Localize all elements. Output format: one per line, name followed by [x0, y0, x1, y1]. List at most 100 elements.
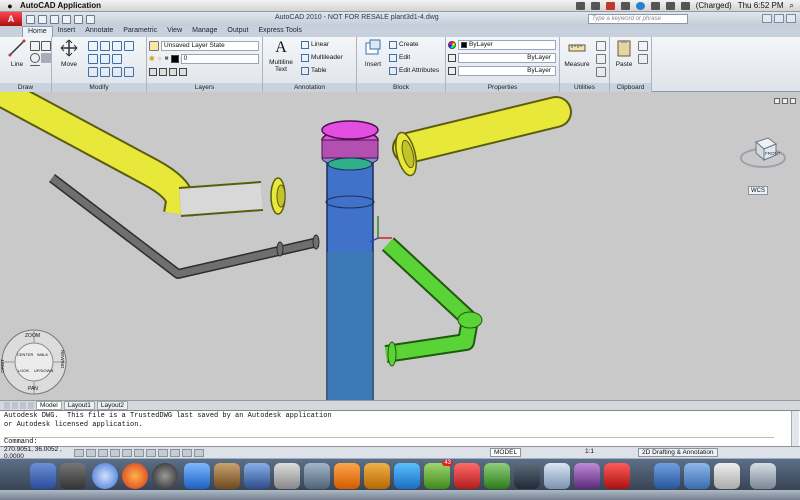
redo-icon[interactable]: [74, 14, 83, 24]
trim-icon[interactable]: [100, 41, 110, 51]
wheel-rewind[interactable]: REWIND: [60, 350, 65, 368]
edit-block-button[interactable]: Edit: [389, 53, 410, 63]
tab-last-arrow-icon[interactable]: [28, 402, 34, 409]
tab-annotate[interactable]: Annotate: [80, 26, 118, 37]
wheel-center[interactable]: CENTER: [17, 352, 33, 357]
circle-icon[interactable]: [30, 53, 40, 63]
explode-icon[interactable]: [112, 54, 122, 64]
garageband-icon[interactable]: [214, 463, 240, 489]
trash-icon[interactable]: [750, 463, 776, 489]
photobooth-icon[interactable]: [454, 463, 480, 489]
search-input[interactable]: Type a keyword or phrase: [588, 14, 688, 24]
lineweight-icon[interactable]: [448, 67, 456, 75]
terminal-icon[interactable]: [514, 463, 540, 489]
hatch-icon[interactable]: [41, 53, 51, 63]
polyline-icon[interactable]: [30, 41, 40, 51]
viewport-restore-button[interactable]: [782, 98, 788, 104]
wheel-pan[interactable]: PAN: [28, 386, 38, 392]
cut-icon[interactable]: [638, 41, 648, 51]
plot-icon[interactable]: [86, 14, 95, 24]
paste-button[interactable]: Paste: [612, 39, 636, 68]
drawing-viewport[interactable]: FRONT WCS ZOOM ORBIT REWIND PAN CENTER W…: [0, 92, 800, 400]
volume-icon[interactable]: [665, 1, 675, 10]
stretch-icon[interactable]: [88, 67, 98, 77]
model-canvas[interactable]: [0, 92, 800, 400]
facetime-icon[interactable]: 43: [424, 460, 453, 489]
finalcut-icon[interactable]: [274, 463, 300, 489]
multileader-button[interactable]: Multileader: [301, 53, 343, 63]
tab-layout2[interactable]: Layout2: [96, 401, 128, 410]
yellow-elbow-pipe[interactable]: [0, 92, 286, 217]
wheel-walk[interactable]: WALK: [37, 352, 48, 357]
offset-icon[interactable]: [124, 67, 134, 77]
itunes-icon[interactable]: [184, 463, 210, 489]
model-space-button[interactable]: MODEL: [490, 448, 522, 457]
iphoto-icon[interactable]: [484, 463, 510, 489]
layer-properties-icon[interactable]: [149, 41, 159, 51]
wcs-dropdown[interactable]: WCS: [748, 186, 768, 195]
copy-clip-icon[interactable]: [638, 54, 648, 64]
yellow-straight-pipe[interactable]: [392, 96, 572, 178]
linetype-dropdown[interactable]: ByLayer: [458, 53, 556, 63]
lightbulb-icon[interactable]: ◉: [149, 54, 155, 64]
array-icon[interactable]: [112, 67, 122, 77]
viewport-minimize-button[interactable]: [774, 98, 780, 104]
wheel-zoom[interactable]: ZOOM: [25, 333, 40, 339]
calculator-icon[interactable]: [596, 67, 606, 77]
select-all-icon[interactable]: [596, 54, 606, 64]
edit-attributes-button[interactable]: Edit Attributes: [389, 66, 439, 76]
wifi-icon[interactable]: [650, 1, 660, 10]
finder-icon[interactable]: [30, 463, 56, 489]
fillet-icon[interactable]: [100, 54, 110, 64]
ortho-toggle[interactable]: [98, 448, 108, 457]
workspace-switch[interactable]: 2D Drafting & Annotation: [638, 448, 718, 457]
copy-icon[interactable]: [124, 41, 134, 51]
wheel-orbit[interactable]: ORBIT: [0, 359, 5, 373]
utilities-panel-title[interactable]: Utilities: [560, 83, 609, 92]
linetype-icon[interactable]: [448, 54, 456, 62]
apple-menu-icon[interactable]: ●: [0, 1, 20, 11]
undo-icon[interactable]: [62, 14, 71, 24]
firefox-icon[interactable]: [122, 463, 148, 489]
layers-panel-title[interactable]: Layers: [147, 83, 262, 92]
safari-icon[interactable]: [92, 463, 118, 489]
system-prefs-icon[interactable]: [304, 463, 330, 489]
application-menu-button[interactable]: A: [0, 12, 22, 26]
sync-icon[interactable]: [635, 1, 645, 10]
xcode-icon[interactable]: [244, 463, 270, 489]
mirror-icon[interactable]: [88, 54, 98, 64]
downloads-stack-icon[interactable]: [714, 463, 740, 489]
layer-tool-icon-1[interactable]: [149, 68, 157, 76]
tab-layout1[interactable]: Layout1: [63, 401, 95, 410]
lock-icon[interactable]: ■: [165, 54, 169, 64]
properties-panel-title[interactable]: Properties: [446, 83, 559, 92]
modify-panel-title[interactable]: Modify: [52, 83, 146, 92]
spotlight-icon[interactable]: ⌕: [790, 1, 794, 11]
lineweight-dropdown[interactable]: ByLayer: [458, 66, 556, 76]
open-icon[interactable]: [38, 14, 47, 24]
tab-model[interactable]: Model: [36, 401, 62, 410]
create-block-button[interactable]: Create: [389, 40, 419, 50]
layer-tool-icon-3[interactable]: [169, 68, 177, 76]
clipboard-panel-title[interactable]: Clipboard: [610, 83, 651, 92]
tab-manage[interactable]: Manage: [187, 26, 222, 37]
save-icon[interactable]: [50, 14, 59, 24]
pages-icon[interactable]: [334, 463, 360, 489]
sun-icon[interactable]: ☼: [157, 54, 163, 64]
layer-tool-icon-2[interactable]: [159, 68, 167, 76]
rectangle-icon[interactable]: [41, 41, 51, 51]
layer-tool-icon-4[interactable]: [179, 68, 187, 76]
ducs-toggle[interactable]: [158, 448, 168, 457]
tab-next-arrow-icon[interactable]: [20, 402, 26, 409]
tab-prev-arrow-icon[interactable]: [12, 402, 18, 409]
viewport-close-button[interactable]: [790, 98, 796, 104]
tab-output[interactable]: Output: [222, 26, 253, 37]
annotation-scale[interactable]: 1:1: [585, 448, 594, 455]
battery-status[interactable]: (Charged): [696, 1, 732, 10]
textedit-icon[interactable]: [544, 463, 570, 489]
qp-toggle[interactable]: [194, 448, 204, 457]
osnap-toggle[interactable]: [122, 448, 132, 457]
ical-icon[interactable]: [574, 463, 600, 489]
quick-select-icon[interactable]: [596, 41, 606, 51]
viewcube[interactable]: FRONT: [738, 132, 788, 172]
